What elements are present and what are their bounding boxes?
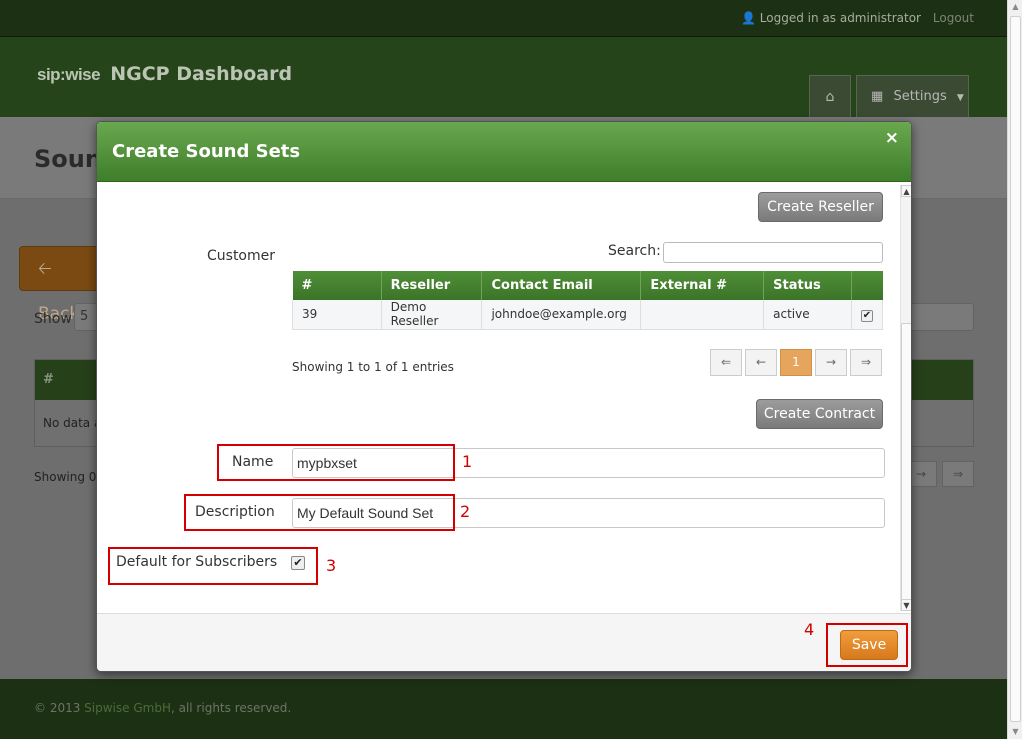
last-page-button[interactable]: ⇒	[850, 349, 882, 376]
scroll-up-icon[interactable]: ▲	[1008, 0, 1022, 14]
modal-footer: 4 Save	[97, 613, 911, 671]
bg-last-page[interactable]: ⇒	[942, 461, 974, 487]
window-scroll-thumb[interactable]	[1010, 16, 1021, 722]
cell-status: active	[763, 300, 852, 330]
home-button[interactable]: ⌂	[809, 75, 851, 117]
user-icon: 👤	[741, 11, 756, 25]
settings-label: Settings	[893, 89, 947, 104]
sipwise-logo: sip:wise	[37, 65, 101, 84]
caret-down-icon: ▼	[956, 93, 964, 103]
table-row[interactable]: 39 Demo Reseller johndoe@example.org act…	[292, 300, 884, 330]
show-label: Show	[34, 311, 72, 327]
annotation-3: 3	[326, 556, 337, 575]
modal-title: Create Sound Sets	[112, 141, 301, 162]
modal-body: Create Reseller Customer Search: # Resel…	[97, 183, 911, 613]
header: sip:wise NGCP Dashboard ⌂ ▦ Settings ▼	[0, 37, 1007, 117]
save-button[interactable]: Save	[840, 630, 898, 660]
footer: © 2013 Sipwise GmbH, all rights reserved…	[0, 679, 1007, 739]
scroll-up-icon[interactable]: ▲	[901, 185, 911, 197]
cell-reseller: Demo Reseller	[380, 300, 483, 330]
prev-page-button[interactable]: ←	[745, 349, 777, 376]
cell-id: 39	[292, 300, 382, 330]
modal-scrollbar[interactable]: ▲ ▼	[900, 185, 911, 611]
page-title: Soun	[34, 145, 102, 173]
create-sound-set-modal: Create Sound Sets × Create Reseller Cust…	[96, 121, 912, 672]
page-1-button[interactable]: 1	[780, 349, 812, 376]
col-reseller[interactable]: Reseller	[381, 271, 483, 300]
highlight-box-3	[108, 547, 318, 585]
logout-link[interactable]: Logout	[933, 11, 974, 25]
top-bar: 👤 Logged in as administrator Logout	[0, 0, 1007, 37]
col-external[interactable]: External #	[640, 271, 765, 300]
first-page-button[interactable]: ⇐	[710, 349, 742, 376]
close-icon[interactable]: ×	[885, 128, 899, 148]
customer-search-input[interactable]	[663, 242, 883, 263]
col-contact-email[interactable]: Contact Email	[481, 271, 642, 300]
bg-showing-text: Showing 0	[34, 470, 97, 484]
window-scrollbar[interactable]: ▲ ▼	[1007, 0, 1022, 739]
app-title: NGCP Dashboard	[110, 63, 293, 85]
logged-in-user: 👤 Logged in as administrator	[741, 11, 921, 25]
cell-email: johndoe@example.org	[481, 300, 642, 330]
annotation-2: 2	[460, 502, 471, 521]
col-id[interactable]: #	[292, 271, 382, 300]
row-select-checkbox[interactable]: ✔	[860, 309, 873, 322]
customer-table: # Reseller Contact Email External # Stat…	[292, 271, 884, 330]
customer-label: Customer	[207, 248, 276, 264]
highlight-box-1	[217, 444, 455, 481]
col-status[interactable]: Status	[763, 271, 852, 300]
grid-icon: ▦	[871, 89, 884, 104]
cell-select: ✔	[850, 300, 884, 330]
back-button[interactable]: 🡠 Back	[19, 246, 99, 324]
create-contract-button[interactable]: Create Contract	[756, 399, 883, 429]
scroll-down-icon[interactable]: ▼	[1008, 725, 1022, 739]
annotation-4: 4	[804, 620, 815, 639]
next-page-button[interactable]: →	[815, 349, 847, 376]
customer-table-header: # Reseller Contact Email External # Stat…	[292, 271, 883, 300]
modal-scroll-thumb[interactable]	[901, 323, 911, 601]
col-select	[851, 271, 883, 300]
home-icon: ⌂	[825, 89, 835, 105]
scroll-down-icon[interactable]: ▼	[901, 599, 911, 611]
table-info: Showing 1 to 1 of 1 entries	[292, 360, 454, 374]
settings-menu[interactable]: ▦ Settings ▼	[856, 75, 969, 117]
brand: sip:wise NGCP Dashboard	[37, 63, 292, 85]
highlight-box-2	[184, 494, 455, 531]
copyright: © 2013 Sipwise GmbH, all rights reserved…	[34, 701, 292, 715]
cell-external	[640, 300, 765, 330]
arrow-left-icon: 🡠	[38, 259, 52, 279]
annotation-1: 1	[462, 452, 473, 471]
create-reseller-button[interactable]: Create Reseller	[758, 192, 883, 222]
modal-header: Create Sound Sets ×	[97, 122, 911, 182]
company-link[interactable]: Sipwise GmbH	[84, 701, 171, 715]
search-label: Search:	[608, 243, 661, 259]
